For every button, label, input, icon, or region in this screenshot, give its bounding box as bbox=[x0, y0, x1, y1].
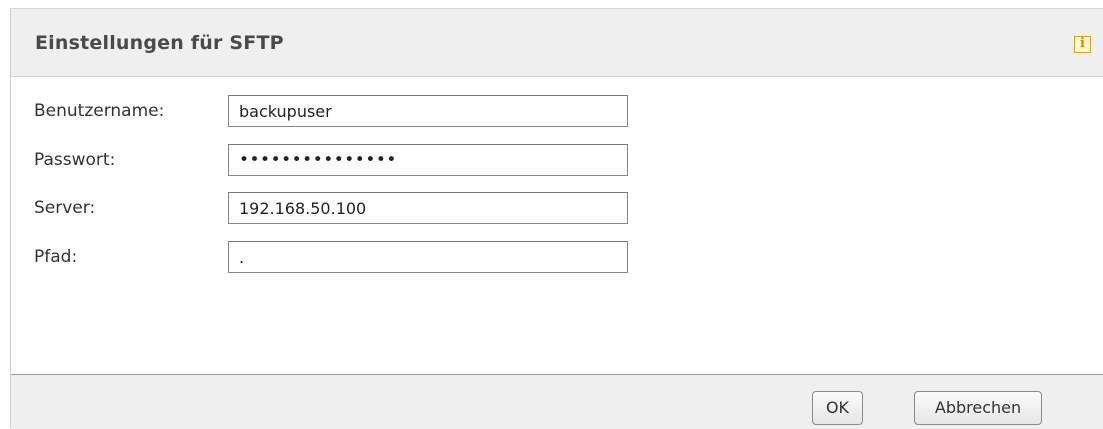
password-input[interactable] bbox=[228, 144, 628, 176]
username-input[interactable] bbox=[228, 95, 628, 127]
path-label: Pfad: bbox=[34, 247, 78, 267]
server-input[interactable] bbox=[228, 192, 628, 224]
cancel-button[interactable]: Abbrechen bbox=[914, 391, 1042, 425]
info-icon[interactable]: i bbox=[1074, 36, 1091, 53]
dialog-titlebar: Einstellungen für SFTP i bbox=[11, 9, 1103, 77]
path-input[interactable] bbox=[228, 241, 628, 273]
server-label: Server: bbox=[34, 198, 96, 218]
ok-button[interactable]: OK bbox=[812, 391, 863, 425]
password-row: Passwort: bbox=[11, 144, 711, 178]
path-row: Pfad: bbox=[11, 241, 711, 275]
username-label: Benutzername: bbox=[34, 101, 165, 121]
sftp-settings-dialog: Einstellungen für SFTP i Benutzername: P… bbox=[10, 8, 1103, 429]
password-label: Passwort: bbox=[34, 150, 116, 170]
dialog-footer: OK Abbrechen bbox=[11, 374, 1103, 429]
server-row: Server: bbox=[11, 192, 711, 226]
username-row: Benutzername: bbox=[11, 95, 711, 129]
dialog-title: Einstellungen für SFTP bbox=[35, 32, 284, 54]
